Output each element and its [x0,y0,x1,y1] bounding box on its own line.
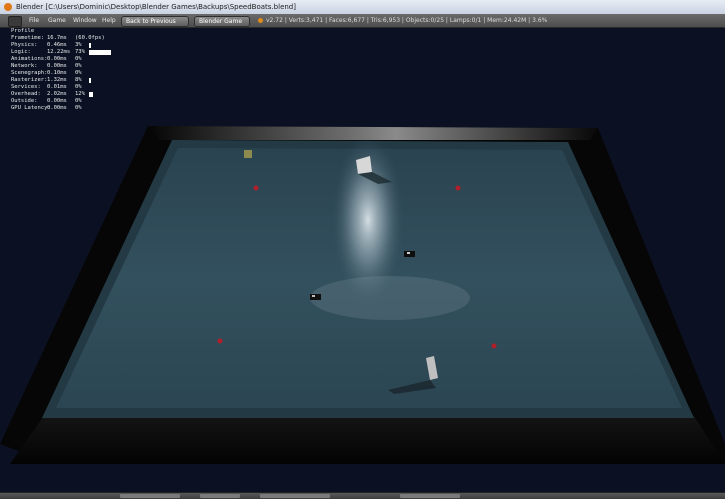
profile-row-time: 0.00ms [47,98,67,104]
blender-logo-icon [4,3,12,11]
profile-row-name: Services: [11,84,41,90]
profile-row-time: 0.10ms [47,70,67,76]
profile-row-name: Physics: [11,42,38,48]
profile-row-name: Scenegraph: [11,70,48,76]
profile-row-percent: 3% [75,42,82,48]
profile-row-percent: 12% [75,91,85,97]
game-viewport[interactable] [0,28,725,492]
profile-row-time: 0.01ms [47,84,67,90]
profile-row-percent: 0% [75,63,82,69]
profile-row-time: 16.7ms [47,35,67,41]
profile-row-name: Overhead: [11,91,41,97]
menu-file[interactable]: File [29,14,39,27]
profile-row-name: Animations: [11,56,48,62]
boat-center [404,251,415,257]
profile-row-name: Frametime: [11,35,45,41]
profile-row-percent: 0% [75,105,82,111]
back-to-previous-button[interactable]: Back to Previous [121,16,189,27]
water-ripple [310,276,470,320]
profile-row-bar [89,92,93,97]
profile-row-percent: 0% [75,98,82,104]
profile-row-name: GPU Latency: [11,105,51,111]
profile-row-percent: 73% [75,49,85,55]
buoy-red [455,185,461,191]
editor-type-icon[interactable] [8,16,22,27]
info-header: File Game Window Help Back to Previous B… [0,14,725,28]
profile-row-bar [89,50,111,55]
scene-stats: v2.72 | Verts:3,471 | Faces:6,677 | Tris… [266,17,548,24]
profile-row-percent: 0% [75,70,82,76]
profile-row-time: 0.00ms [47,63,67,69]
profile-row-name: Logic: [11,49,31,55]
pool-rim-front [10,416,725,464]
bottom-toolbar-button[interactable] [120,494,180,498]
boat-left [310,294,321,300]
buoy-yellow [244,150,252,158]
menu-window[interactable]: Window [73,14,97,27]
buoy-red [253,185,259,191]
window-title: Blender [C:\Users\Dominic\Desktop\Blende… [16,3,296,11]
buoy-red [217,338,223,344]
profile-row-time: 12.22ms [47,49,71,55]
profile-row-time: 0.00ms [47,105,67,111]
profile-row-name: Network: [11,63,38,69]
profile-row-percent: 0% [75,84,82,90]
profile-row-name: Outside: [11,98,38,104]
bottom-toolbar-button[interactable] [400,494,460,498]
buoy-red [491,343,497,349]
profile-row-bar [89,78,91,83]
bottom-toolbar-button[interactable] [260,494,330,498]
engine-status-icon [258,18,263,23]
window-titlebar: Blender [C:\Users\Dominic\Desktop\Blende… [0,0,725,15]
profile-row-name: Rasterizer: [11,77,48,83]
profile-row-time: 0.46ms [47,42,67,48]
engine-select[interactable]: Blender Game [194,16,250,27]
profile-row-percent: 0% [75,56,82,62]
profile-row-time: 0.00ms [47,56,67,62]
pool-scene [0,126,725,464]
profile-row-bar [89,43,91,48]
bottom-toolbar-button[interactable] [200,494,240,498]
profile-row-percent: 8% [75,77,82,83]
profile-row-time: 2.02ms [47,91,67,97]
menu-help[interactable]: Help [102,14,116,27]
profile-row-percent: (60.0fps) [75,35,105,41]
profile-row-time: 1.32ms [47,77,67,83]
menu-game[interactable]: Game [48,14,66,27]
